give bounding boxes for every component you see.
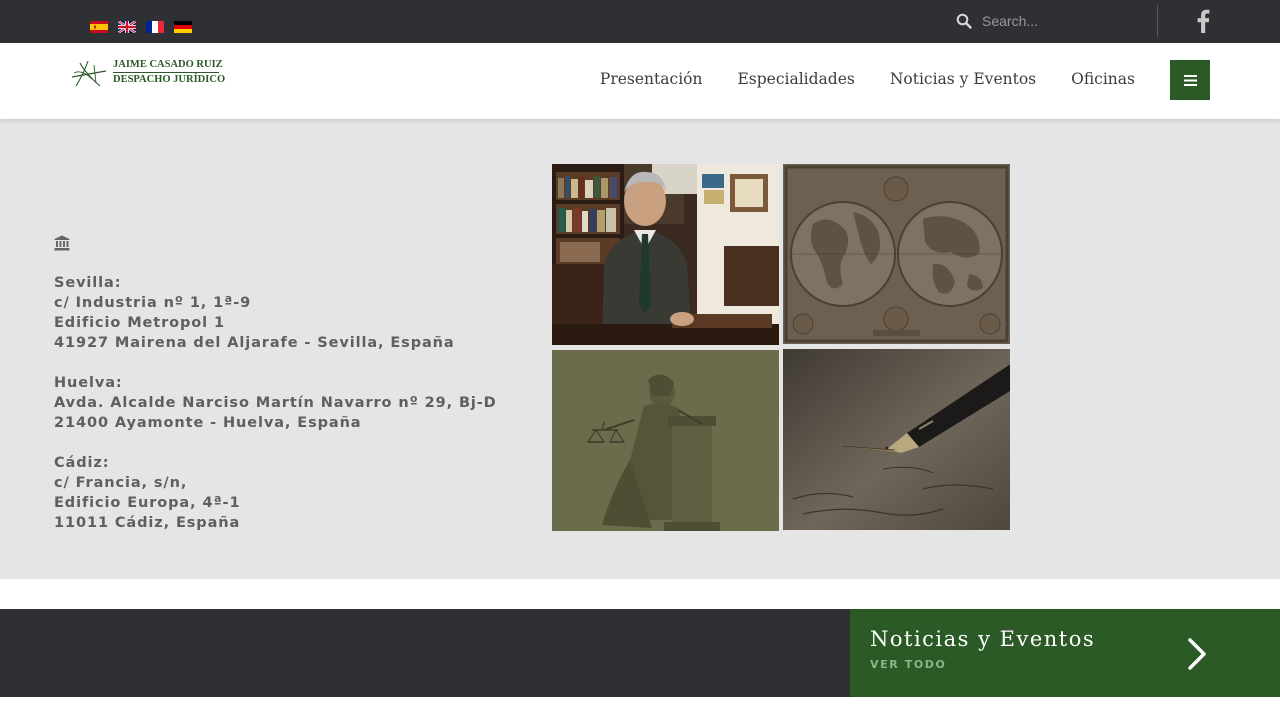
gallery-image-pen[interactable] — [783, 349, 1010, 530]
office-address-line: 21400 Ayamonte - Huelva, España — [54, 415, 362, 431]
office-address-line: c/ Francia, s/n, — [54, 475, 188, 491]
office-address-line: Avda. Alcalde Narciso Martín Navarro nº … — [54, 395, 497, 411]
news-banner-title: Noticias y Eventos — [870, 627, 1096, 651]
news-banner[interactable]: Noticias y Eventos VER TODO — [850, 609, 1280, 697]
flag-en-icon[interactable] — [118, 21, 136, 33]
image-gallery — [552, 164, 1010, 531]
gallery-image-lawyer[interactable] — [552, 164, 779, 345]
office-sevilla: Sevilla: c/ Industria nº 1, 1ª-9 Edifici… — [54, 273, 514, 353]
news-banner-view-all[interactable]: VER TODO — [870, 658, 946, 671]
offices-section: Sevilla: c/ Industria nº 1, 1ª-9 Edifici… — [0, 119, 1280, 579]
gallery-image-justice[interactable] — [552, 350, 779, 531]
office-city: Cádiz: — [54, 455, 110, 471]
chevron-right-icon[interactable] — [1186, 636, 1208, 672]
gallery-image-map[interactable] — [783, 164, 1010, 344]
bank-icon — [54, 235, 70, 251]
logo-rule — [113, 72, 219, 73]
flag-de-icon[interactable] — [174, 21, 192, 33]
search-icon[interactable] — [956, 13, 972, 29]
office-address-line: Edificio Metropol 1 — [54, 315, 225, 331]
office-list: Sevilla: c/ Industria nº 1, 1ª-9 Edifici… — [54, 273, 514, 553]
main-nav: Presentación Especialidades Noticias y E… — [600, 70, 1135, 88]
logo-name: JAIME CASADO RUIZ — [113, 59, 223, 70]
nav-item-especialidades[interactable]: Especialidades — [737, 70, 854, 88]
office-city: Sevilla: — [54, 275, 122, 291]
facebook-icon[interactable] — [1196, 9, 1210, 33]
office-huelva: Huelva: Avda. Alcalde Narciso Martín Nav… — [54, 373, 514, 433]
nav-item-oficinas[interactable]: Oficinas — [1071, 70, 1135, 88]
site-logo[interactable]: JAIME CASADO RUIZ DESPACHO JURÍDICO — [70, 58, 230, 92]
site-header: JAIME CASADO RUIZ DESPACHO JURÍDICO Pres… — [0, 43, 1280, 119]
logo-emblem-icon — [71, 60, 107, 87]
language-selector — [90, 21, 192, 33]
office-address-line: Edificio Europa, 4ª-1 — [54, 495, 241, 511]
office-city: Huelva: — [54, 375, 123, 391]
search-input[interactable] — [982, 13, 1142, 29]
flag-fr-icon[interactable] — [146, 21, 164, 33]
top-bar — [0, 0, 1280, 43]
nav-item-noticias[interactable]: Noticias y Eventos — [890, 70, 1036, 88]
logo-tagline: DESPACHO JURÍDICO — [113, 74, 226, 85]
search-box — [956, 10, 1146, 32]
office-address-line: 11011 Cádiz, España — [54, 515, 241, 531]
flag-es-icon[interactable] — [90, 21, 108, 33]
topbar-divider — [1157, 5, 1158, 37]
menu-button[interactable] — [1170, 60, 1210, 100]
news-band: Noticias y Eventos VER TODO — [0, 609, 1280, 697]
nav-item-presentacion[interactable]: Presentación — [600, 70, 703, 88]
office-address-line: 41927 Mairena del Aljarafe - Sevilla, Es… — [54, 335, 455, 351]
office-cadiz: Cádiz: c/ Francia, s/n, Edificio Europa,… — [54, 453, 514, 533]
hamburger-icon — [1183, 74, 1197, 86]
office-address-line: c/ Industria nº 1, 1ª-9 — [54, 295, 252, 311]
